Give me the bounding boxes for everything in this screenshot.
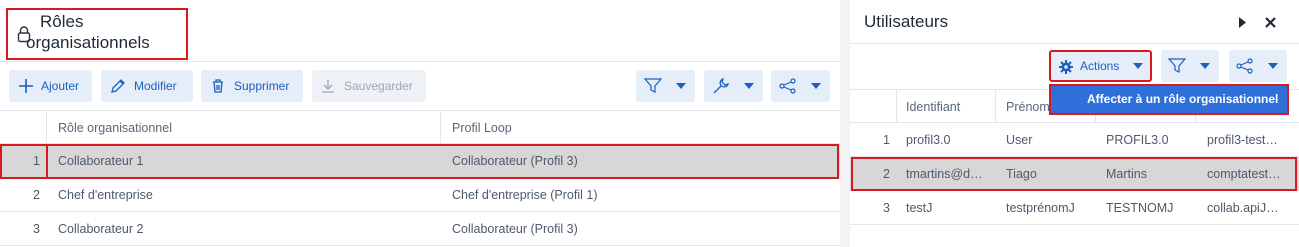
wrench-icon	[713, 78, 729, 94]
filter-dropdown[interactable]	[636, 70, 695, 102]
table-row[interactable]: 3 testJ testprénomJ TESTNOMJ collab.apiJ…	[850, 191, 1299, 225]
share-icon	[1236, 58, 1253, 74]
users-title: Utilisateurs	[864, 12, 949, 31]
identifier-cell: tmartins@d…	[906, 167, 983, 181]
actions-dropdown[interactable]: Actions	[1049, 50, 1152, 82]
tools-dropdown[interactable]	[704, 70, 763, 102]
column-separator	[46, 111, 47, 143]
save-button-label: Sauvegarder	[344, 79, 413, 93]
users-panel: Utilisateurs Actions Identifiant Prénom	[850, 0, 1299, 247]
assign-org-role-menu-item[interactable]: Affecter à un rôle organisationnel	[1049, 84, 1289, 115]
org-roles-panel: Rôles organisationnels Ajouter Modifier …	[0, 0, 840, 247]
table-row[interactable]: 1 Collaborateur 1 Collaborateur (Profil …	[0, 144, 840, 178]
table-row[interactable]: 3 Collaborateur 2 Collaborateur (Profil …	[0, 212, 840, 246]
row-number: 1	[883, 133, 890, 147]
caret-down-icon	[1268, 63, 1278, 69]
firstname-cell: testprénomJ	[1006, 201, 1075, 215]
identifier-cell: profil3.0	[906, 133, 951, 147]
column-header-firstname[interactable]: Prénom	[1006, 90, 1050, 124]
gear-icon	[1059, 60, 1073, 74]
email-cell: comptatest…	[1207, 167, 1281, 181]
email-cell: profil3-test…	[1207, 133, 1278, 147]
delete-button-label: Supprimer	[234, 79, 290, 93]
profile-cell: Chef d'entreprise (Profil 1)	[452, 188, 598, 202]
caret-down-icon	[676, 83, 686, 89]
actions-label: Actions	[1080, 59, 1120, 73]
filter-icon	[644, 78, 662, 93]
identifier-cell: testJ	[906, 201, 933, 215]
role-cell: Chef d'entreprise	[58, 188, 153, 202]
column-separator	[440, 111, 441, 143]
row-number: 2	[883, 167, 890, 181]
app-root: Rôles organisationnels Ajouter Modifier …	[0, 0, 1299, 247]
column-separator	[896, 90, 897, 122]
pencil-icon	[111, 79, 125, 93]
plus-icon	[19, 79, 33, 93]
panel-title-line2: organisationnels	[26, 33, 150, 52]
column-separator	[995, 90, 996, 122]
delete-button[interactable]: Supprimer	[201, 70, 303, 102]
profile-cell: Collaborateur (Profil 3)	[452, 222, 578, 236]
row-number: 3	[883, 201, 890, 215]
column-header-identifier[interactable]: Identifiant	[906, 90, 960, 124]
org-roles-grid-header: Rôle organisationnel Profil Loop	[0, 110, 840, 144]
caret-down-icon	[1133, 63, 1143, 69]
add-button-label: Ajouter	[41, 79, 80, 93]
lastname-cell: Martins	[1106, 167, 1147, 181]
expand-icon[interactable]	[1239, 17, 1247, 28]
column-header-role[interactable]: Rôle organisationnel	[58, 111, 172, 145]
panel-title-line1: Rôles	[40, 12, 84, 31]
column-header-profile[interactable]: Profil Loop	[452, 111, 512, 145]
table-row[interactable]: 2 Chef d'entreprise Chef d'entreprise (P…	[0, 178, 840, 212]
filter-icon	[1168, 58, 1186, 73]
row-number: 3	[33, 222, 40, 236]
table-row[interactable]: 1 profil3.0 User PROFIL3.0 profil3-test…	[850, 123, 1299, 157]
role-cell: Collaborateur 2	[58, 222, 144, 236]
lastname-cell: PROFIL3.0	[1106, 133, 1169, 147]
firstname-cell: User	[1006, 133, 1033, 147]
role-cell: Collaborateur 1	[58, 154, 144, 168]
share-dropdown[interactable]	[771, 70, 830, 102]
filter-dropdown[interactable]	[1161, 50, 1219, 82]
caret-down-icon	[1200, 63, 1210, 69]
close-icon[interactable]	[1265, 17, 1276, 28]
profile-cell: Collaborateur (Profil 3)	[452, 154, 578, 168]
download-icon	[322, 80, 334, 93]
edit-button[interactable]: Modifier	[101, 70, 193, 102]
caret-down-icon	[811, 83, 821, 89]
org-roles-toolbar: Ajouter Modifier Supprimer Sauvegarder	[0, 70, 840, 104]
table-row[interactable]: 2 tmartins@d… Tiago Martins comptatest…	[850, 157, 1299, 191]
firstname-cell: Tiago	[1006, 167, 1037, 181]
org-roles-header: Rôles organisationnels	[0, 0, 840, 62]
users-header: Utilisateurs	[850, 0, 1299, 44]
row-number: 1	[33, 154, 40, 168]
edit-button-label: Modifier	[134, 79, 177, 93]
share-icon	[779, 78, 796, 94]
save-button[interactable]: Sauvegarder	[312, 70, 426, 102]
email-cell: collab.apiJ…	[1207, 201, 1279, 215]
trash-icon	[213, 79, 223, 93]
share-dropdown[interactable]	[1229, 50, 1287, 82]
panel-title-highlight: Rôles organisationnels	[6, 8, 188, 60]
lastname-cell: TESTNOMJ	[1106, 201, 1174, 215]
row-number: 2	[33, 188, 40, 202]
add-button[interactable]: Ajouter	[9, 70, 92, 102]
caret-down-icon	[744, 83, 754, 89]
